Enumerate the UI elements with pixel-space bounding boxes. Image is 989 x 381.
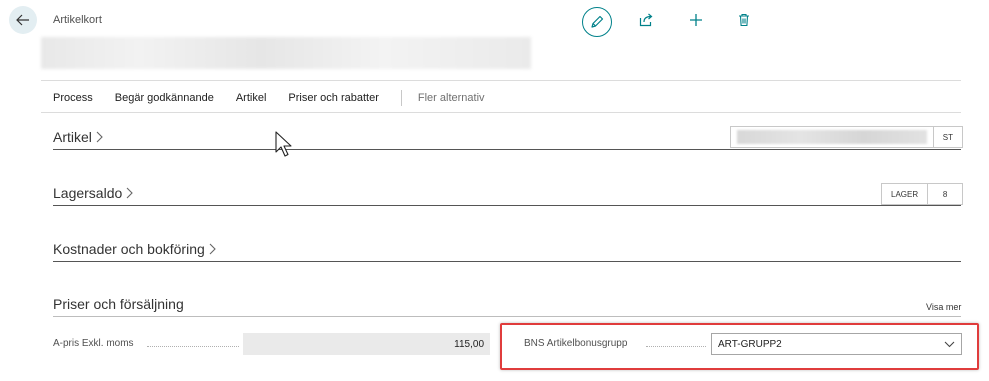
arrow-left-icon	[16, 14, 29, 26]
section-kostnader-header[interactable]: Kostnader och bokföring	[53, 241, 216, 257]
pencil-icon	[591, 15, 604, 28]
section-lagersaldo-header[interactable]: Lagersaldo	[53, 185, 134, 201]
field-leader-dots	[646, 346, 706, 347]
delete-button[interactable]	[734, 10, 754, 30]
section-divider	[53, 316, 961, 317]
bonus-group-value: ART-GRUPP2	[718, 338, 782, 350]
bonus-group-select[interactable]: ART-GRUPP2	[711, 333, 962, 355]
blurred-description	[731, 127, 933, 147]
blurred-text	[737, 130, 927, 144]
back-button[interactable]	[9, 6, 37, 34]
menu-bottom-divider	[41, 112, 961, 113]
chevron-right-icon	[126, 187, 134, 199]
section-title: Lagersaldo	[53, 185, 123, 201]
new-button[interactable]	[686, 10, 706, 30]
menu-item-request-approval[interactable]: Begär godkännande	[115, 92, 214, 104]
inventory-value-cell: 8	[927, 184, 962, 204]
chevron-right-icon	[96, 131, 103, 143]
unit-price-label: A-pris Exkl. moms	[53, 338, 134, 349]
page-title	[41, 37, 531, 69]
share-button[interactable]	[636, 10, 656, 30]
unit-cell: ST	[932, 127, 962, 147]
section-title: Priser och försäljning	[53, 296, 184, 312]
page-type-label: Artikelkort	[53, 14, 102, 26]
section-title: Kostnader och bokföring	[53, 241, 205, 257]
chevron-right-icon	[209, 243, 216, 255]
chevron-down-icon	[944, 341, 955, 347]
menu-item-prices-discounts[interactable]: Priser och rabatter	[288, 92, 378, 104]
show-more-link[interactable]: Visa mer	[926, 302, 961, 312]
unit-price-field[interactable]: 115,00	[243, 333, 490, 355]
trash-icon	[739, 13, 749, 27]
section-priser-header[interactable]: Priser och försäljning	[53, 296, 184, 312]
bonus-group-label: BNS Artikelbonusgrupp	[524, 338, 628, 349]
action-menu: Process Begär godkännande Artikel Priser…	[53, 90, 485, 106]
section-artikel-header[interactable]: Artikel	[53, 129, 103, 145]
edit-button[interactable]	[582, 7, 612, 37]
menu-item-process[interactable]: Process	[53, 92, 93, 104]
section-title: Artikel	[53, 129, 92, 145]
menu-top-divider	[41, 80, 961, 81]
section-divider	[53, 261, 961, 262]
section-divider	[53, 149, 961, 150]
share-icon	[639, 13, 652, 27]
menu-more-options[interactable]: Fler alternativ	[418, 92, 485, 104]
field-leader-dots	[147, 346, 239, 347]
lagersaldo-factbox: LAGER 8	[881, 183, 963, 205]
menu-item-item[interactable]: Artikel	[236, 92, 267, 104]
mouse-cursor-icon	[275, 131, 292, 157]
artikel-factbox: ST	[730, 126, 963, 148]
plus-icon	[690, 14, 702, 26]
section-divider	[53, 205, 961, 206]
inventory-label-cell: LAGER	[891, 189, 919, 199]
menu-separator	[400, 90, 402, 106]
